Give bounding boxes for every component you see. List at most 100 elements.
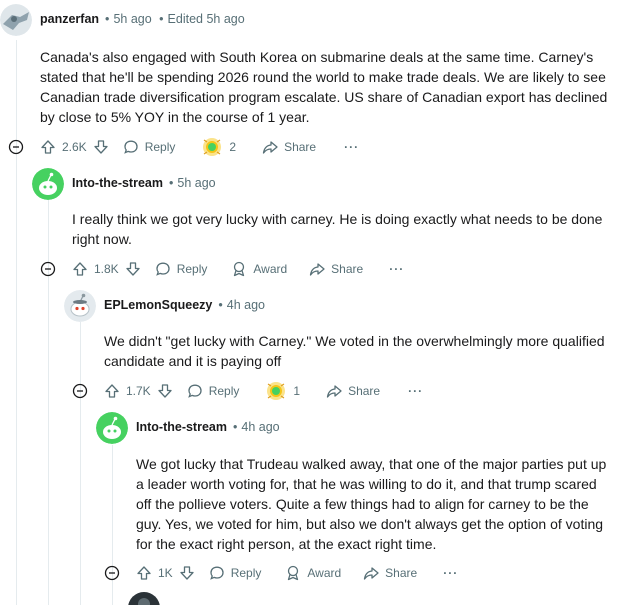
upvote-button[interactable] [104,383,120,399]
username[interactable]: panzerfan [40,12,99,26]
award-button[interactable]: 2 [201,136,236,158]
comment-line: Canadian trade diversification program e… [40,89,608,105]
comment-meta: Into-the-stream • 5h ago [72,176,216,190]
collapse-button[interactable] [72,383,104,399]
comment-line: for the exact right person, at the exact… [136,536,437,552]
arrow-up-icon [137,566,151,580]
speech-bubble-icon [155,262,170,276]
award-icon [288,565,299,581]
username[interactable]: Into-the-stream [72,176,163,190]
reply-button[interactable]: Reply [187,383,240,399]
timestamp: 4h ago [241,420,280,434]
avatar[interactable] [96,412,128,444]
reply-label: Reply [230,566,262,580]
upvote-button[interactable] [72,261,88,277]
award-button[interactable]: 1 [265,380,300,402]
award-button[interactable]: Award [231,261,287,277]
thread-line [16,40,17,605]
reply-label: Reply [208,384,240,398]
more-options-button[interactable]: ··· [344,140,359,154]
comment-line: stated that he'll be spending 2026 round… [40,69,606,85]
username[interactable]: EPLemonSqueezy [104,298,212,312]
avatar[interactable] [0,4,32,36]
award-label: Award [253,262,288,276]
thread-line [80,322,81,605]
upvote-button[interactable] [136,565,152,581]
share-arrow-icon [364,567,379,580]
award-icon [267,382,286,400]
comment-line: candidate and it is paying off [104,353,282,369]
comment-actions: 1.8K Reply Award Share ··· [40,257,404,281]
speech-bubble-icon [209,566,224,580]
vote-count: 1.8K [94,262,119,276]
minus-circle-icon [40,261,56,277]
award-count: 2 [229,140,237,154]
vote-count: 1.7K [126,384,151,398]
more-options-button[interactable]: ··· [389,262,404,276]
minus-circle-icon [72,383,88,399]
comment-actions: 2.6K Reply 2 Share ··· [8,135,359,159]
share-button[interactable]: Share [326,383,380,399]
comment-line: We didn't "get lucky with Carney." We vo… [104,333,605,349]
comment-actions: 1.7K Reply 1 Share ··· [72,379,423,403]
comment-line: a leader worth voting for, that he was w… [136,476,597,492]
share-arrow-icon [310,263,325,276]
speech-bubble-icon [123,140,138,154]
downvote-button[interactable] [93,139,109,155]
timestamp: 4h ago [226,298,265,312]
arrow-down-icon [94,140,108,154]
comment-line: off the pollieve voters. Quite a few thi… [136,496,589,512]
comment-line: by close to 5% YOY in the course of 1 ye… [40,109,310,125]
comment-line: right now. [72,231,132,247]
reply-button[interactable]: Reply [123,139,176,155]
downvote-button[interactable] [179,565,195,581]
minus-circle-icon [8,139,24,155]
avatar[interactable] [128,592,160,605]
share-label: Share [348,384,381,398]
downvote-button[interactable] [157,383,173,399]
comment-line: Canada's also engaged with South Korea o… [40,49,594,65]
comment-line: I really think we got very lucky with ca… [72,211,603,227]
award-label: Award [307,566,342,580]
arrow-down-icon [180,566,194,580]
arrow-down-icon [126,262,140,276]
share-button[interactable]: Share [309,261,363,277]
vote-count: 1K [158,566,173,580]
speech-bubble-icon [187,384,202,398]
arrow-up-icon [73,262,87,276]
award-button[interactable]: Award [285,565,341,581]
username[interactable]: Into-the-stream [136,420,227,434]
avatar[interactable] [64,290,96,322]
more-options-button[interactable]: ··· [408,384,423,398]
more-options-button[interactable]: ··· [443,566,458,580]
upvote-button[interactable] [40,139,56,155]
share-button[interactable]: Share [363,565,417,581]
reply-label: Reply [176,262,208,276]
collapse-button[interactable] [40,261,72,277]
comment-meta: EPLemonSqueezy • 4h ago [104,298,265,312]
collapse-button[interactable] [104,565,136,581]
timestamp: 5h ago [113,12,152,26]
share-arrow-icon [262,141,278,154]
reply-button[interactable]: Reply [155,261,208,277]
comment-actions: 1K Reply Award Share ··· [104,561,458,585]
reply-button[interactable]: Reply [209,565,262,581]
comment-meta: Into-the-stream • 4h ago [136,420,280,434]
downvote-button[interactable] [125,261,141,277]
award-icon [203,138,222,156]
arrow-down-icon [158,384,172,398]
collapse-button[interactable] [8,139,40,155]
timestamp: 5h ago [177,176,216,190]
arrow-up-icon [105,384,119,398]
share-button[interactable]: Share [262,139,316,155]
arrow-up-icon [41,140,55,154]
comment-meta: panzerfan • 5h ago • Edited 5h ago [40,12,245,26]
edited-label: Edited 5h ago [167,12,245,26]
comment-line: guy. Yes, we voted for him, but also we … [136,516,604,532]
avatar[interactable] [32,168,64,200]
minus-circle-icon [104,565,120,581]
share-arrow-icon [326,385,342,398]
reply-label: Reply [144,140,176,154]
share-label: Share [284,140,317,154]
vote-count: 2.6K [62,140,87,154]
